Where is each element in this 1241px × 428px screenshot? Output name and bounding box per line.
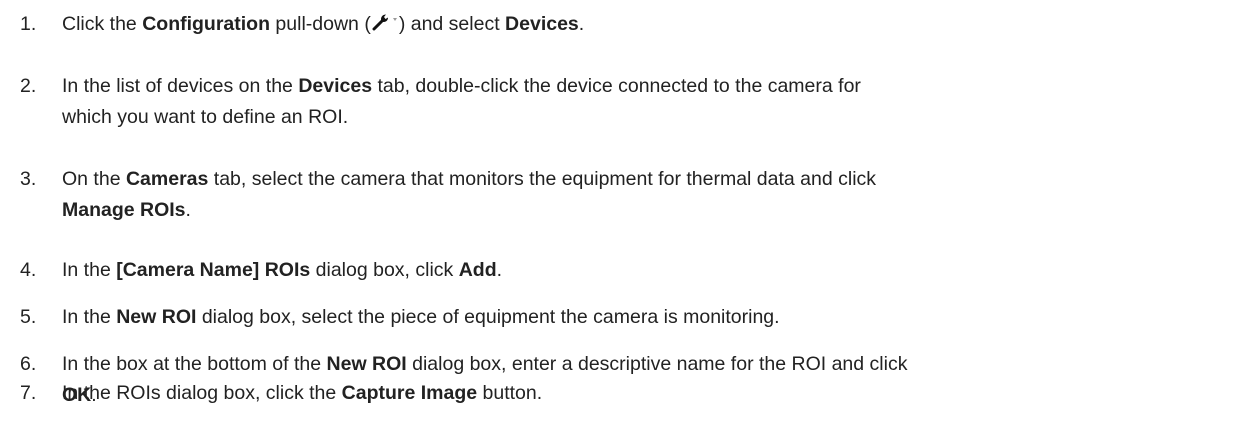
ui-term: Devices <box>298 75 373 97</box>
text-segment: button. <box>477 382 543 404</box>
step-text: Click the Configuration pull-down ( ) and… <box>62 9 1232 40</box>
page: { "steps": [ { "number": "1.", "lines": … <box>0 0 1241 428</box>
text-segment: In the <box>62 259 117 281</box>
step-item: 2. In the list of devices on the Devices … <box>0 71 1241 133</box>
ui-term: Manage ROIs <box>62 199 186 221</box>
step-number: 1. <box>20 13 37 35</box>
ui-term: Devices <box>505 13 579 35</box>
step-item: 1. Click the Configuration pull-down ( ) a… <box>0 9 1241 40</box>
text-segment: . <box>496 259 503 281</box>
step-text-line: In the ROIs dialog box, click the Captur… <box>62 378 1232 409</box>
step-text: On the Cameras tab, select the camera th… <box>62 164 1232 226</box>
ui-term: Add <box>458 259 497 281</box>
text-segment: In the ROIs dialog box, click the <box>62 382 342 404</box>
step-text-line: In the box at the bottom of the New ROI … <box>62 349 1232 380</box>
text-segment: On the <box>62 168 126 190</box>
step-text: In the New ROI dialog box, select the pi… <box>62 302 1232 333</box>
text-segment: dialog box, enter a descriptive name for… <box>406 353 908 375</box>
text-segment: which you want to define an ROI. <box>62 106 349 128</box>
step-number: 7. <box>20 382 37 404</box>
step-text-line: On the Cameras tab, select the camera th… <box>62 164 1232 195</box>
ui-term: New ROI <box>326 353 407 375</box>
step-number: 2. <box>20 75 37 97</box>
step-text-line: In the New ROI dialog box, select the pi… <box>62 302 1232 333</box>
text-segment: In the box at the bottom of the <box>62 353 327 375</box>
text-segment: pull-down ( <box>270 13 371 35</box>
step-number: 6. <box>20 353 37 375</box>
step-number: 3. <box>20 168 37 190</box>
step-number: 5. <box>20 306 37 328</box>
step-text-line: which you want to define an ROI. <box>62 102 1232 133</box>
ui-term: Capture Image <box>341 382 478 404</box>
ui-term: Cameras <box>125 168 209 190</box>
ui-term: Configuration <box>142 13 271 35</box>
step-number: 4. <box>20 259 37 281</box>
text-segment: tab, select the camera that monitors the… <box>208 168 877 190</box>
step-text-line: Manage ROIs. <box>62 195 1232 226</box>
ui-term: New ROI <box>116 306 197 328</box>
step-text-line: In the [Camera Name] ROIs dialog box, cl… <box>62 255 1232 286</box>
step-item: 5. In the New ROI dialog box, select the … <box>0 302 1241 333</box>
ui-term: [Camera Name] ROIs <box>116 259 311 281</box>
step-text: In the ROIs dialog box, click the Captur… <box>62 378 1232 409</box>
step-text-line: Click the Configuration pull-down ( ) and… <box>62 9 1232 40</box>
step-item: 4. In the [Camera Name] ROIs dialog box, … <box>0 255 1241 286</box>
text-segment: . <box>185 199 191 221</box>
text-segment: In the list of devices on the <box>62 75 299 97</box>
step-item: 7. In the ROIs dialog box, click the Capt… <box>0 378 1241 409</box>
wrench-icon <box>371 12 399 32</box>
text-segment: . <box>578 13 585 35</box>
step-item: 3. On the Cameras tab, select the camera … <box>0 164 1241 226</box>
text-segment: dialog box, select the piece of equipmen… <box>196 306 780 328</box>
text-segment: In the <box>62 306 117 328</box>
text-segment: Click the <box>62 13 143 35</box>
step-text: In the [Camera Name] ROIs dialog box, cl… <box>62 255 1232 286</box>
step-text: In the list of devices on the Devices ta… <box>62 71 1232 133</box>
text-segment: ) and select <box>398 13 506 35</box>
text-segment: tab, double-click the device connected t… <box>372 75 861 97</box>
step-text-line: In the list of devices on the Devices ta… <box>62 71 1232 102</box>
text-segment: dialog box, click <box>310 259 459 281</box>
